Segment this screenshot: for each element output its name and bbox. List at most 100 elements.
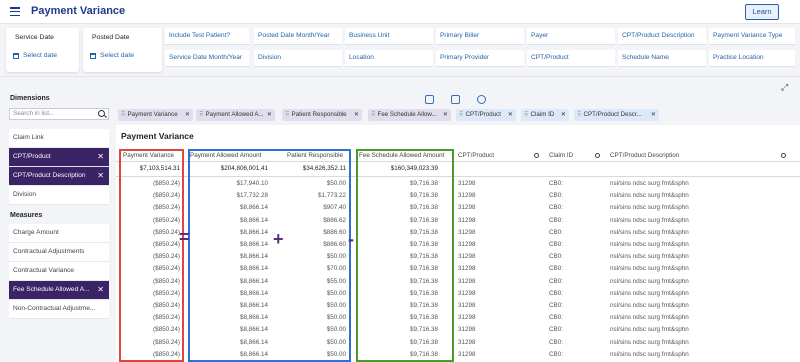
pill-payment-variance[interactable]: ⠿ Payment Variance ✕ — [118, 109, 193, 121]
filter-schedule-name[interactable]: Schedule Name — [618, 50, 706, 67]
drag-handle-icon[interactable]: ⠿ — [121, 111, 125, 118]
filter-practice-location[interactable]: Practice Location — [709, 50, 795, 67]
col-header-claim-id[interactable]: Claim ID — [549, 152, 573, 159]
remove-icon[interactable]: ✕ — [97, 148, 104, 166]
cell-claim-id: CB0: — [549, 302, 563, 309]
cell-cpt-product: 31298 — [458, 314, 476, 322]
payment-variance-table: Payment Variance Payment Variance Paymen… — [116, 125, 800, 362]
cell-cpt-product: 31298 — [458, 204, 476, 212]
service-date-filter[interactable]: Service Date Select date — [6, 28, 79, 72]
remove-icon[interactable]: ✕ — [561, 109, 566, 121]
calendar-icon — [13, 52, 19, 59]
filter-cpt-product-description[interactable]: CPT/Product Description — [618, 28, 706, 45]
measure-item-label: Non-Contractual Adjustme... — [13, 305, 96, 312]
cell-cpt-product-description: nsl/sins ndsc surg frnt&sphn — [610, 326, 689, 334]
cell-cpt-product-description: nsl/sins ndsc surg frnt&sphn — [610, 350, 689, 358]
cell-claim-id: CB0: — [549, 204, 563, 212]
filter-posted-date-month-year[interactable]: Posted Date Month/Year — [254, 28, 342, 45]
cell-cpt-product: 31298 — [458, 180, 476, 187]
filter-primary-biller[interactable]: Primary Biller — [436, 28, 524, 45]
pill-cpt-product[interactable]: ⠿ CPT/Product ✕ — [456, 109, 516, 121]
dimensions-title: Dimensions — [10, 95, 50, 102]
cell-cpt-product: 31298 — [458, 302, 476, 309]
cell-claim-id: CB0: — [549, 192, 563, 200]
dimension-item-claim-link[interactable]: Claim Link — [9, 129, 109, 148]
cell-claim-id: CB0: — [549, 289, 563, 297]
col-header-cpt-product-description[interactable]: CPT/Product Description — [610, 152, 679, 159]
pill-label: Payment Variance — [127, 111, 178, 118]
pill-label: Claim ID — [530, 111, 555, 118]
drag-handle-icon[interactable]: ⠿ — [577, 111, 581, 118]
cell-cpt-product: 31298 — [458, 253, 476, 261]
service-date-select[interactable]: Select date — [13, 52, 57, 59]
pill-fee-schedule[interactable]: ⠿ Fee Schedule Allow... ✕ — [368, 109, 451, 121]
drag-handle-icon[interactable]: ⠿ — [371, 111, 375, 118]
pill-patient-responsible[interactable]: ⠿ Patient Responsible ✕ — [282, 109, 362, 121]
highlight-box-blue — [188, 149, 351, 362]
column-search-icon[interactable] — [534, 153, 539, 158]
cell-cpt-product: 31298 — [458, 228, 476, 236]
cell-cpt-product: 31298 — [458, 338, 476, 346]
remove-icon[interactable]: ✕ — [443, 109, 448, 121]
drag-handle-icon[interactable]: ⠿ — [199, 111, 203, 118]
drag-handle-icon[interactable]: ⠿ — [524, 111, 528, 118]
measure-item-non-contractual-adjustments[interactable]: Non-Contractual Adjustme... — [9, 300, 109, 319]
remove-icon[interactable]: ✕ — [185, 109, 190, 121]
remove-icon[interactable]: ✕ — [508, 109, 513, 121]
page-title: Payment Variance — [31, 5, 126, 17]
cell-cpt-product: 31298 — [458, 277, 476, 285]
cell-claim-id: CB0: — [549, 350, 563, 358]
remove-icon[interactable]: ✕ — [354, 109, 359, 121]
filter-cpt-product[interactable]: CPT/Product — [527, 50, 615, 67]
cell-claim-id: CB0: — [549, 265, 563, 273]
search-icon[interactable] — [98, 110, 105, 117]
service-date-label: Service Date — [15, 34, 54, 41]
dimension-item-label: CPT/Product Description — [13, 172, 86, 179]
filter-primary-provider[interactable]: Primary Provider — [436, 50, 524, 67]
cell-cpt-product-description: nsl/sins ndsc surg frnt&sphn — [610, 277, 689, 285]
highlight-box-green — [356, 149, 454, 362]
measure-item-fee-schedule-allowed[interactable]: Fee Schedule Allowed A... ✕ — [9, 281, 109, 300]
dimension-item-division[interactable]: Division — [9, 186, 109, 205]
dimension-item-cpt-product-description[interactable]: CPT/Product Description ✕ — [9, 167, 109, 186]
top-bar: Payment Variance Learn — [0, 0, 800, 24]
pill-cpt-product-description[interactable]: ⠿ CPT/Product Descr... ✕ — [574, 109, 659, 121]
expand-icon[interactable]: ⤢ — [781, 83, 790, 92]
filter-include-test-patient[interactable]: Include Test Patient? — [165, 28, 249, 45]
filter-location[interactable]: Location — [345, 50, 433, 67]
hamburger-menu-icon[interactable] — [10, 7, 20, 17]
posted-date-select[interactable]: Select date — [90, 52, 134, 59]
column-search-icon[interactable] — [781, 153, 786, 158]
cell-claim-id: CB0: — [549, 314, 563, 322]
remove-icon[interactable]: ✕ — [97, 167, 104, 185]
export-icon[interactable] — [451, 95, 460, 104]
cell-cpt-product: 31298 — [458, 289, 476, 297]
filter-payer[interactable]: Payer — [527, 28, 615, 45]
remove-icon[interactable]: ✕ — [97, 281, 104, 299]
learn-button[interactable]: Learn — [745, 4, 779, 20]
dimensions-search-input[interactable]: Search in list... — [9, 108, 109, 120]
download-icon[interactable] — [477, 95, 486, 104]
remove-icon[interactable]: ✕ — [651, 109, 656, 121]
col-header-cpt-product[interactable]: CPT/Product — [458, 152, 494, 159]
dimension-item-label: Division — [13, 191, 37, 198]
remove-icon[interactable]: ✕ — [267, 109, 272, 121]
settings-icon[interactable] — [425, 95, 434, 104]
drag-handle-icon[interactable]: ⠿ — [459, 111, 463, 118]
filter-payment-variance-type[interactable]: Payment Variance Type — [709, 28, 795, 45]
cell-cpt-product: 31298 — [458, 326, 476, 334]
dimension-item-cpt-product[interactable]: CPT/Product ✕ — [9, 148, 109, 167]
pill-payment-allowed[interactable]: ⠿ Payment Allowed A... ✕ — [196, 109, 275, 121]
filter-business-unit[interactable]: Business Unit — [345, 28, 433, 45]
filter-division[interactable]: Division — [254, 50, 342, 67]
column-search-icon[interactable] — [595, 153, 600, 158]
pill-claim-id[interactable]: ⠿ Claim ID ✕ — [521, 109, 569, 121]
filter-service-date-month-year[interactable]: Service Date Month/Year — [165, 50, 249, 67]
posted-date-filter[interactable]: Posted Date Select date — [83, 28, 162, 72]
equals-operator: = — [179, 227, 190, 247]
measure-item-contractual-adjustments[interactable]: Contractual Adjustments — [9, 243, 109, 262]
drag-handle-icon[interactable]: ⠿ — [285, 111, 289, 118]
measure-item-contractual-variance[interactable]: Contractual Variance — [9, 262, 109, 281]
measure-item-charge-amount[interactable]: Charge Amount — [9, 224, 109, 243]
cell-cpt-product: 31298 — [458, 350, 476, 358]
